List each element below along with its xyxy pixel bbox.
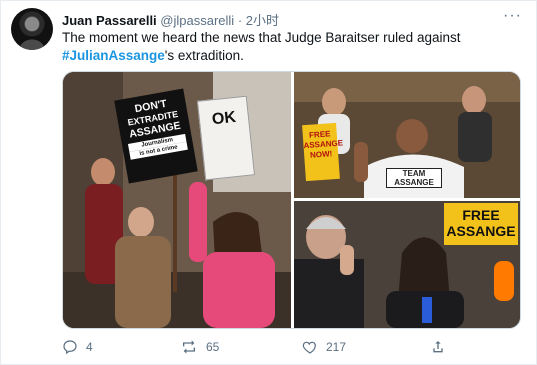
tweet-text: The moment we heard the news that Judge … — [62, 29, 522, 65]
photo-2-shirt-text: TEAM ASSANGE — [386, 168, 442, 188]
shirt-line-2: ASSANGE — [394, 178, 434, 187]
like-button[interactable]: 217 — [302, 339, 346, 355]
avatar[interactable] — [11, 8, 53, 50]
author-handle[interactable]: @jlpassarelli — [160, 13, 234, 28]
shirt-line-1: TEAM — [402, 169, 426, 178]
like-count: 217 — [326, 340, 347, 354]
photo-2-sign-left: FREE ASSANGE NOW! — [302, 122, 343, 182]
separator: · — [237, 13, 243, 28]
tweet-time[interactable]: 2小时 — [246, 13, 279, 28]
author-name[interactable]: Juan Passarelli — [62, 13, 157, 28]
retweet-icon — [183, 340, 195, 354]
hashtag-link[interactable]: #JulianAssange — [62, 48, 165, 63]
photo-3-sign: FREE ASSANGE — [444, 203, 518, 245]
photo-1-sign-2: OK — [196, 95, 256, 181]
photo-3-sign-line-2: ASSANGE — [446, 223, 516, 239]
share-button[interactable] — [430, 339, 446, 355]
reply-icon — [63, 340, 77, 355]
heart-icon — [302, 341, 316, 354]
photo-1-sign: DON'T EXTRADITE ASSANGE Journalism is no… — [114, 88, 198, 184]
share-icon — [433, 341, 443, 353]
reply-count: 4 — [86, 340, 93, 354]
sign-2-text: OK — [211, 108, 237, 129]
photo-1[interactable]: DON'T EXTRADITE ASSANGE Journalism is no… — [63, 72, 291, 328]
retweet-count: 65 — [206, 340, 220, 354]
tweet-header: Juan Passarelli @jlpassarelli · 2小时 — [62, 10, 279, 29]
photo-3[interactable]: FREE ASSANGE — [294, 201, 520, 328]
tweet-text-before: The moment we heard the news that Judge … — [62, 30, 461, 45]
photo-2[interactable]: FREE ASSANGE NOW! TEAM ASSANGE — [294, 72, 520, 198]
reply-button[interactable]: 4 — [62, 339, 93, 355]
tweet-actions: 4 65 217 — [62, 339, 462, 357]
more-options-icon[interactable]: ··· — [503, 7, 522, 25]
retweet-button[interactable]: 65 — [180, 339, 219, 355]
media-grid: DON'T EXTRADITE ASSANGE Journalism is no… — [62, 71, 521, 329]
tweet-card[interactable]: Juan Passarelli @jlpassarelli · 2小时 ··· … — [0, 0, 537, 365]
tweet-text-after: 's extradition. — [164, 48, 244, 63]
photo-3-sign-line-1: FREE — [462, 207, 500, 223]
